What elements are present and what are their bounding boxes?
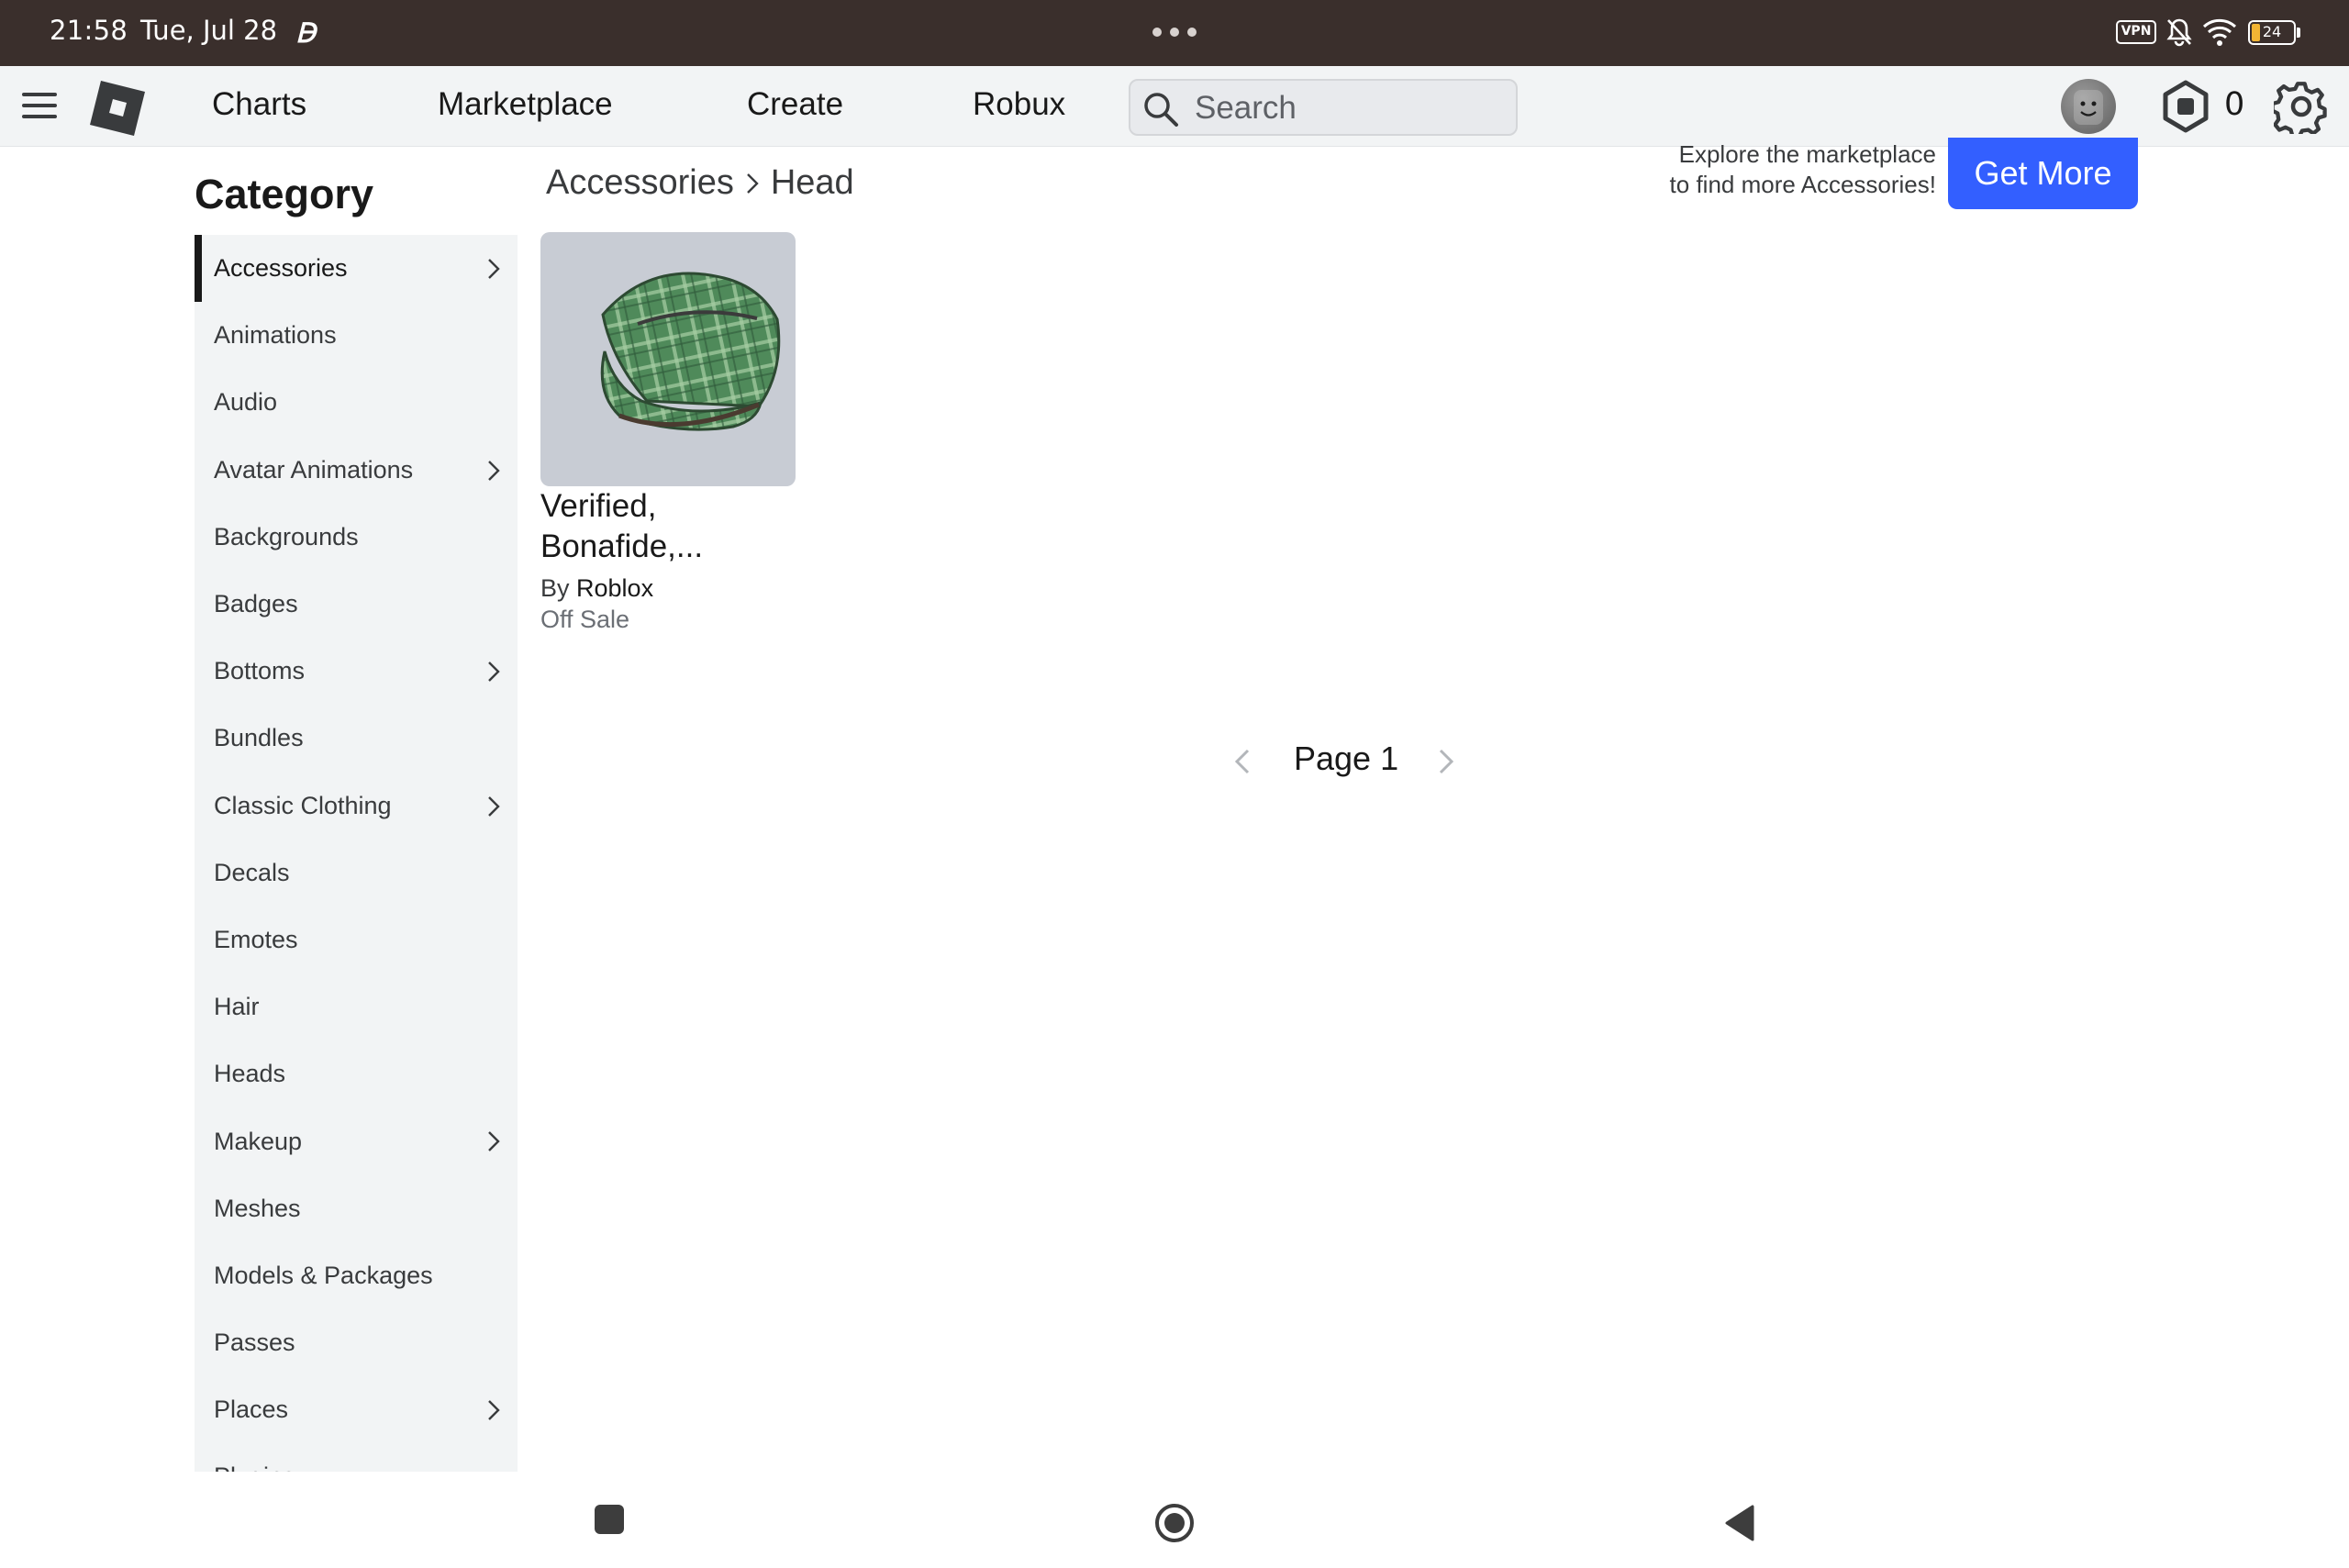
sidebar-item-label: Decals <box>214 858 290 886</box>
recents-icon[interactable] <box>595 1505 624 1534</box>
next-page-icon[interactable] <box>1430 745 1461 778</box>
chevron-right-icon <box>488 1131 500 1152</box>
sidebar-item-plugins[interactable]: Plugins <box>195 1443 518 1472</box>
sidebar-item-audio[interactable]: Audio <box>195 369 518 436</box>
battery-icon: 24 <box>2248 20 2296 45</box>
sidebar-item-meshes[interactable]: Meshes <box>195 1175 518 1242</box>
promo-text: Explore the marketplace to find more Acc… <box>1633 139 1936 200</box>
sidebar-item-label: Places <box>214 1396 289 1424</box>
sidebar-item-label: Models & Packages <box>214 1261 433 1289</box>
back-icon[interactable] <box>1721 1503 1758 1543</box>
menu-icon[interactable] <box>20 90 61 123</box>
sidebar-item-label: Meshes <box>214 1194 301 1222</box>
search-box[interactable] <box>1129 79 1518 136</box>
previous-page-icon[interactable] <box>1228 745 1259 778</box>
item-thumbnail[interactable] <box>540 232 796 486</box>
avatar-face-icon <box>2074 90 2103 125</box>
page-indicator: Page 1 <box>1294 740 1399 777</box>
sidebar-item-emotes[interactable]: Emotes <box>195 906 518 973</box>
nav-link-marketplace[interactable]: Marketplace <box>438 86 613 123</box>
status-bar: 21:58 Tue, Jul 28 Ꟈ VPN 24 <box>0 0 2349 66</box>
sidebar-item-label: Makeup <box>214 1127 303 1155</box>
category-title: Category <box>195 171 374 217</box>
breadcrumb-accessories[interactable]: Accessories <box>546 163 734 203</box>
settings-gear-icon[interactable] <box>2274 79 2329 134</box>
sidebar-item-label: Avatar Animations <box>214 455 414 484</box>
creator-prefix: By <box>540 574 570 602</box>
item-name[interactable]: Verified, Bonafide,... <box>540 486 816 567</box>
sidebar-item-avatar-animations[interactable]: Avatar Animations <box>195 437 518 504</box>
chevron-right-icon <box>488 662 500 682</box>
search-icon <box>1144 93 1178 127</box>
sidebar-item-label: Animations <box>214 321 337 350</box>
battery-level: 24 <box>2262 23 2282 40</box>
sidebar-item-bundles[interactable]: Bundles <box>195 705 518 772</box>
search-input[interactable] <box>1195 88 1497 128</box>
sidebar-item-label: Heads <box>214 1060 286 1088</box>
sidebar-item-places[interactable]: Places <box>195 1376 518 1443</box>
promo-line-1: Explore the marketplace <box>1678 140 1936 168</box>
sidebar-item-label: Accessories <box>214 254 348 283</box>
chevron-right-icon <box>488 1400 500 1421</box>
plaid-cap-image <box>600 272 781 431</box>
get-more-button[interactable]: Get More <box>1948 138 2138 209</box>
chevron-right-icon <box>488 795 500 817</box>
item-status: Off Sale <box>540 606 630 633</box>
creator-link[interactable]: Roblox <box>576 574 653 602</box>
sidebar-item-label: Bottoms <box>214 657 306 685</box>
bell-muted-icon <box>2166 18 2192 47</box>
robux-icon[interactable] <box>2158 79 2213 134</box>
sidebar-item-heads[interactable]: Heads <box>195 1040 518 1107</box>
more-dots-icon[interactable] <box>1151 18 1198 46</box>
avatar[interactable] <box>2061 79 2116 134</box>
home-icon[interactable] <box>1154 1503 1195 1543</box>
top-navigation: Charts Marketplace Create Robux 0 <box>0 66 2349 147</box>
sidebar-item-label: Audio <box>214 388 278 417</box>
sidebar-item-animations[interactable]: Animations <box>195 302 518 369</box>
vpn-icon: VPN <box>2116 20 2156 44</box>
status-time: 21:58 <box>50 15 128 46</box>
status-date: Tue, Jul 28 <box>140 15 278 46</box>
robux-balance[interactable]: 0 <box>2224 86 2244 123</box>
sidebar-item-models-packages[interactable]: Models & Packages <box>195 1242 518 1309</box>
promo-line-2: to find more Accessories! <box>1669 171 1936 198</box>
item-name-line-1: Verified, <box>540 488 657 524</box>
roblox-logo-icon[interactable] <box>88 79 147 138</box>
breadcrumb-chevron-icon <box>746 172 759 194</box>
sidebar-item-label: Badges <box>214 590 298 618</box>
nav-link-charts[interactable]: Charts <box>212 86 306 123</box>
sidebar-item-classic-clothing[interactable]: Classic Clothing <box>195 773 518 840</box>
chevron-right-icon <box>488 460 500 481</box>
sidebar-item-label: Classic Clothing <box>214 791 392 819</box>
sidebar-item-label: Hair <box>214 993 260 1021</box>
system-navigation-bar <box>0 1472 2349 1568</box>
item-name-line-2: Bonafide,... <box>540 528 704 564</box>
chevron-right-icon <box>488 259 500 279</box>
sidebar-item-hair[interactable]: Hair <box>195 973 518 1040</box>
sidebar-item-label: Bundles <box>214 724 304 752</box>
breadcrumb: Accessories Head <box>546 163 854 203</box>
nav-link-robux[interactable]: Robux <box>973 86 1065 123</box>
sidebar-item-decals[interactable]: Decals <box>195 840 518 906</box>
category-sidebar: Accessories Animations Audio Avatar Animati… <box>195 235 518 1472</box>
sidebar-item-label: Passes <box>214 1329 295 1357</box>
sidebar-item-backgrounds[interactable]: Backgrounds <box>195 504 518 571</box>
breadcrumb-head: Head <box>770 163 854 202</box>
wifi-icon <box>2202 18 2237 46</box>
sidebar-item-label: Backgrounds <box>214 522 359 550</box>
item-creator: By Roblox <box>540 574 653 603</box>
sidebar-item-badges[interactable]: Badges <box>195 571 518 638</box>
sidebar-item-label: Plugins <box>214 1462 295 1472</box>
sidebar-item-bottoms[interactable]: Bottoms <box>195 638 518 705</box>
notification-app-icon: Ꟈ <box>295 17 316 50</box>
sidebar-item-passes[interactable]: Passes <box>195 1309 518 1376</box>
sidebar-item-label: Emotes <box>214 925 298 953</box>
sidebar-item-accessories[interactable]: Accessories <box>195 235 518 303</box>
nav-link-create[interactable]: Create <box>747 86 843 123</box>
sidebar-item-makeup[interactable]: Makeup <box>195 1107 518 1174</box>
